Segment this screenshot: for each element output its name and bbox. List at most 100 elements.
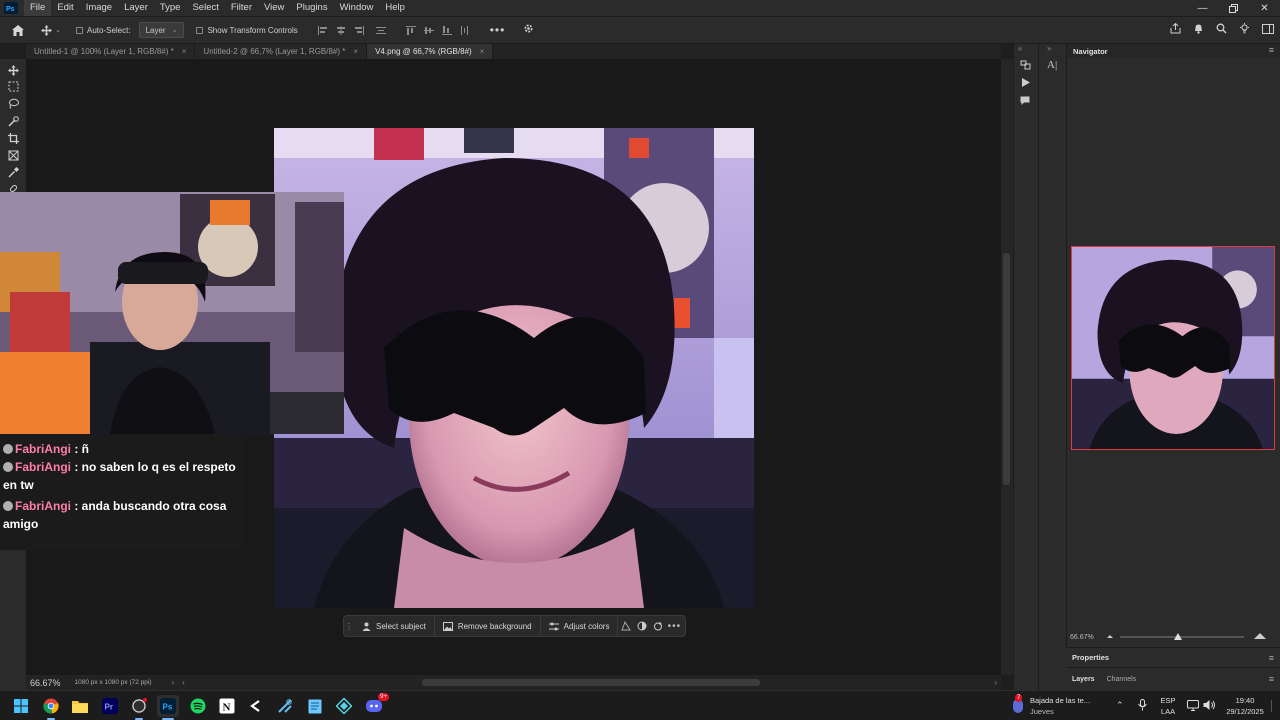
frame-tool-icon[interactable] xyxy=(5,148,21,162)
distribute-icon[interactable] xyxy=(374,24,388,36)
close-icon[interactable]: ✕ xyxy=(1249,0,1280,16)
restore-icon[interactable] xyxy=(1218,0,1249,16)
align-center-icon[interactable] xyxy=(334,24,348,36)
share-icon[interactable] xyxy=(1170,22,1181,37)
close-tab-icon[interactable]: × xyxy=(182,47,187,56)
photoshop-taskbar-icon[interactable]: Ps xyxy=(157,695,179,720)
more-options-icon[interactable]: ••• xyxy=(666,615,682,637)
crop-tool-icon[interactable] xyxy=(5,131,21,145)
tab-channels[interactable]: Channels xyxy=(1107,676,1137,683)
marquee-tool-icon[interactable] xyxy=(5,79,21,93)
scroll-right-icon[interactable]: › xyxy=(994,678,997,687)
mask-icon[interactable] xyxy=(618,615,634,637)
steam-icon[interactable] xyxy=(274,695,296,717)
panel-menu-icon[interactable]: ≡ xyxy=(1269,653,1274,663)
chevron-up-icon[interactable]: ⌃ xyxy=(1116,700,1124,711)
align-right-icon[interactable] xyxy=(352,24,366,36)
microphone-icon[interactable] xyxy=(1138,699,1147,714)
comments-icon[interactable] xyxy=(1020,96,1030,109)
remove-background-button[interactable]: Remove background xyxy=(435,615,541,637)
close-tab-icon[interactable]: × xyxy=(353,47,358,56)
premiere-pro-icon[interactable]: Pr xyxy=(99,695,121,717)
contrast-icon[interactable] xyxy=(634,615,650,637)
menu-plugins[interactable]: Plugins xyxy=(290,0,333,16)
language-code[interactable]: ESP xyxy=(1158,696,1178,706)
capcut-icon[interactable] xyxy=(245,695,267,717)
discord-icon[interactable]: 9+ xyxy=(363,693,389,717)
properties-title[interactable]: Properties xyxy=(1072,653,1109,662)
horizontal-scroll-thumb[interactable] xyxy=(422,679,760,686)
navigator-thumbnail[interactable] xyxy=(1071,246,1275,450)
show-transform-controls-checkbox[interactable]: Show Transform Controls xyxy=(196,26,298,35)
tab-untitled-1[interactable]: Untitled-1 @ 100% (Layer 1, RGB/8#) * × xyxy=(26,44,196,59)
workspace-icon[interactable] xyxy=(1262,23,1274,37)
status-expand-icon[interactable]: › xyxy=(172,678,175,687)
distribute-vertical-icon[interactable] xyxy=(458,24,472,36)
gear-icon[interactable] xyxy=(523,23,534,37)
zoom-slider[interactable] xyxy=(1119,633,1244,640)
auto-select-checkbox[interactable]: Auto-Select: xyxy=(76,26,131,35)
news-widget[interactable]: 7 Bajada de las te... Jueves xyxy=(1010,694,1110,718)
spotify-icon[interactable] xyxy=(187,695,209,717)
discover-lightbulb-icon[interactable] xyxy=(1239,23,1250,37)
tab-layers[interactable]: Layers xyxy=(1072,676,1095,683)
zoom-level[interactable]: 66.67% xyxy=(30,678,61,688)
scroll-left-icon[interactable]: ‹ xyxy=(182,678,185,687)
menu-image[interactable]: Image xyxy=(80,0,118,16)
file-explorer-icon[interactable] xyxy=(69,695,91,717)
character-panel-icon[interactable]: A| xyxy=(1047,59,1057,71)
move-tool-preset-button[interactable]: ⌄ xyxy=(36,24,66,36)
clock-date[interactable]: 29/12/2025 xyxy=(1222,707,1268,717)
auto-select-dropdown[interactable]: Layer ⌄ xyxy=(138,22,185,38)
menu-type[interactable]: Type xyxy=(154,0,187,16)
quick-selection-tool-icon[interactable] xyxy=(5,114,21,128)
search-icon[interactable] xyxy=(1216,23,1227,37)
generative-fill-icon[interactable] xyxy=(650,615,666,637)
collapse-panels-icon[interactable]: « xyxy=(1018,44,1022,53)
tab-v4-png[interactable]: V4.png @ 66,7% (RGB/8#) × xyxy=(367,44,494,59)
menu-edit[interactable]: Edit xyxy=(51,0,79,16)
menu-help[interactable]: Help xyxy=(379,0,411,16)
obs-icon[interactable] xyxy=(128,695,150,720)
tab-untitled-2[interactable]: Untitled-2 @ 66,7% (Layer 1, RGB/8#) * × xyxy=(195,44,368,59)
network-icon[interactable] xyxy=(1187,700,1199,714)
windows-start-icon[interactable] xyxy=(10,695,32,717)
eyedropper-tool-icon[interactable] xyxy=(5,165,21,179)
move-tool-icon[interactable] xyxy=(5,63,21,77)
chrome-icon[interactable] xyxy=(40,695,62,720)
more-options-icon[interactable]: ••• xyxy=(490,23,506,37)
show-desktop-button[interactable] xyxy=(1271,700,1277,712)
select-subject-button[interactable]: Select subject xyxy=(354,615,435,637)
notepad-icon[interactable] xyxy=(304,695,326,717)
panel-menu-icon[interactable]: ≡ xyxy=(1269,674,1274,684)
adjust-colors-button[interactable]: Adjust colors xyxy=(541,615,619,637)
align-bottom-icon[interactable] xyxy=(440,24,454,36)
volume-icon[interactable] xyxy=(1203,699,1216,714)
app-diamond-icon[interactable] xyxy=(333,695,355,717)
menu-view[interactable]: View xyxy=(258,0,290,16)
vertical-scroll-thumb[interactable] xyxy=(1003,253,1010,485)
document-canvas-image[interactable] xyxy=(274,128,754,608)
zoom-slider-thumb[interactable] xyxy=(1173,633,1182,640)
menu-select[interactable]: Select xyxy=(186,0,224,16)
drag-handle-icon[interactable]: ⋮ xyxy=(344,615,354,637)
play-actions-icon[interactable] xyxy=(1021,78,1030,90)
keyboard-layout[interactable]: LAA xyxy=(1158,707,1178,717)
clock-time[interactable]: 19:40 xyxy=(1222,696,1268,706)
panel-menu-icon[interactable]: ≡ xyxy=(1269,45,1274,55)
collapse-panels-icon[interactable]: » xyxy=(1047,44,1051,53)
align-middle-icon[interactable] xyxy=(422,24,436,36)
bell-icon[interactable] xyxy=(1193,23,1204,37)
menu-filter[interactable]: Filter xyxy=(225,0,258,16)
history-icon[interactable] xyxy=(1020,59,1031,73)
menu-window[interactable]: Window xyxy=(334,0,380,16)
home-icon[interactable] xyxy=(0,24,36,36)
zoom-out-icon[interactable] xyxy=(1106,633,1114,641)
menu-file[interactable]: File xyxy=(24,0,52,16)
close-tab-icon[interactable]: × xyxy=(480,47,485,56)
align-top-icon[interactable] xyxy=(404,24,418,36)
align-left-icon[interactable] xyxy=(316,24,330,36)
minimize-icon[interactable]: — xyxy=(1187,0,1218,16)
lasso-tool-icon[interactable] xyxy=(5,96,21,110)
zoom-in-icon[interactable] xyxy=(1253,632,1266,642)
